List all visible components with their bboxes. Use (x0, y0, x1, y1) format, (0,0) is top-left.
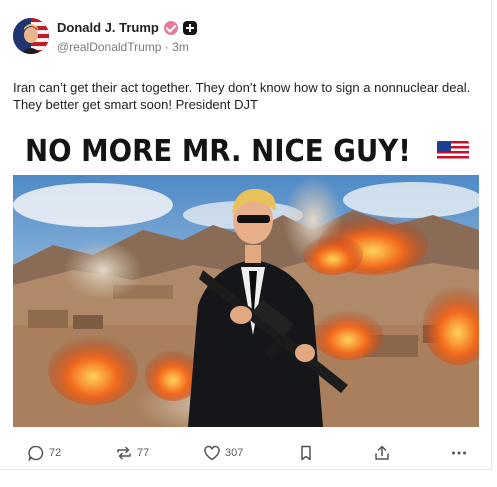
author-name-row[interactable]: Donald J. Trump (57, 20, 197, 35)
share-button[interactable] (373, 440, 391, 466)
image-headline: NO MORE MR. NICE GUY! (25, 134, 411, 169)
us-flag-icon (437, 141, 469, 161)
handle-line: @realDonaldTrump · 3m (57, 40, 189, 54)
post-time[interactable]: 3m (172, 40, 189, 54)
reply-button[interactable]: 72 (27, 440, 61, 466)
post-text: Iran can’t get their act together. They … (13, 80, 471, 112)
heart-icon (203, 444, 221, 462)
verified-badge-icon (163, 20, 178, 35)
more-button[interactable] (450, 440, 468, 466)
handle[interactable]: @realDonaldTrump (57, 40, 161, 54)
share-icon (373, 444, 391, 462)
reply-icon (27, 444, 45, 462)
repost-button[interactable]: 77 (115, 440, 149, 466)
post-card: Donald J. Trump @realDonaldTrump · 3m Ir… (0, 0, 492, 470)
post-image[interactable] (13, 175, 479, 427)
action-bar: 72 77 307 (0, 440, 492, 466)
bookmark-button[interactable] (297, 440, 315, 466)
repost-count: 77 (137, 447, 150, 459)
like-button[interactable]: 307 (203, 440, 243, 466)
repost-icon (115, 444, 133, 462)
bookmark-icon (297, 444, 315, 462)
separator: · (164, 40, 169, 54)
reply-count: 72 (49, 447, 62, 459)
author-name[interactable]: Donald J. Trump (57, 20, 159, 35)
like-count: 307 (225, 447, 244, 459)
avatar[interactable] (13, 18, 49, 54)
more-icon (450, 444, 468, 462)
plus-badge-icon (182, 20, 197, 35)
